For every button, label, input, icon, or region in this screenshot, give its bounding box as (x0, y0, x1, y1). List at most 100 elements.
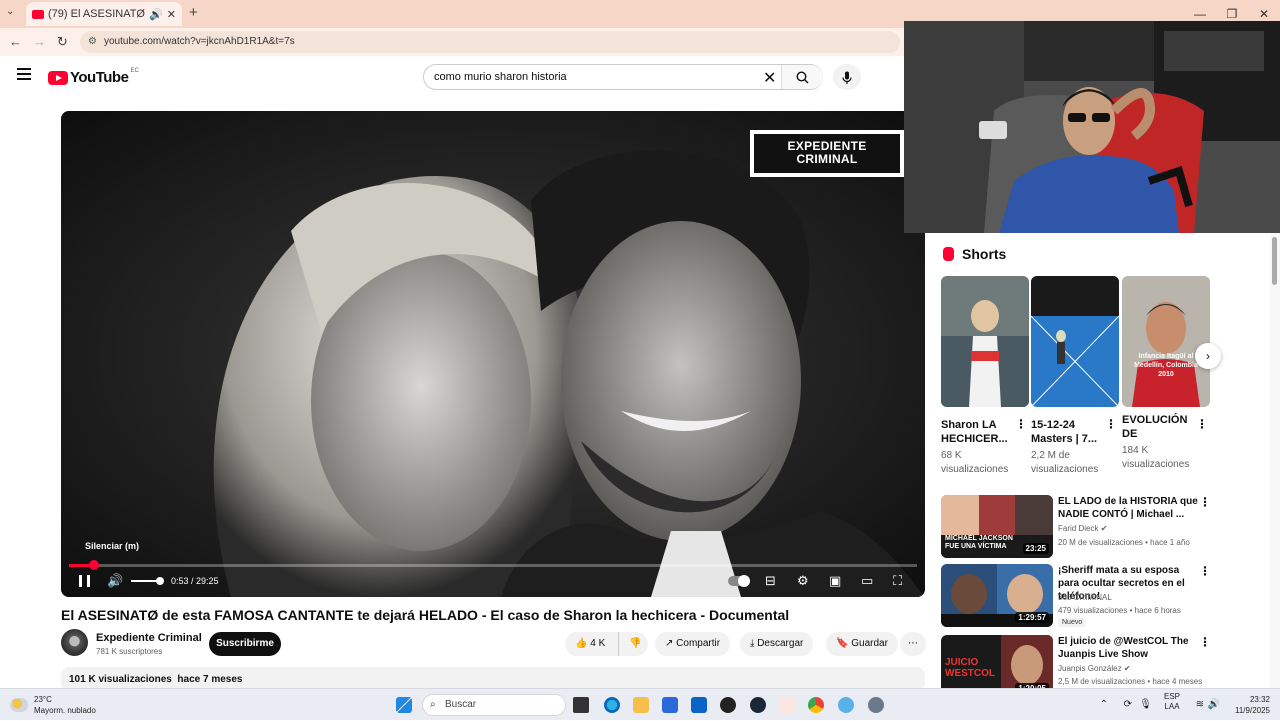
new-tab-button[interactable]: + (189, 4, 198, 21)
pause-button[interactable] (79, 575, 90, 587)
volume-slider[interactable] (131, 577, 164, 585)
youtube-logo[interactable]: YouTube EC (48, 68, 139, 86)
autoplay-toggle[interactable] (728, 575, 750, 587)
tray-overflow-icon[interactable]: ⌃ (1100, 699, 1108, 710)
miniplayer-icon[interactable]: ▣ (829, 573, 841, 589)
tab-close-icon[interactable]: ✕ (167, 8, 176, 21)
weather-condition: Mayorm. nublado (34, 706, 96, 715)
search-icon: ⌕ (430, 699, 436, 710)
short-menu-icon[interactable]: ⋮ (1105, 417, 1117, 431)
tab-search-icon[interactable]: ⌄ (6, 6, 14, 17)
short-menu-icon[interactable]: ⋮ (1196, 417, 1208, 431)
language-indicator[interactable]: ESP LAA (1164, 692, 1180, 712)
download-button[interactable]: ⤓ Descargar (740, 632, 814, 656)
edge-browser-icon[interactable] (604, 697, 620, 713)
file-explorer-icon[interactable] (633, 697, 649, 713)
save-button[interactable]: 🔖 Guardar (826, 632, 898, 656)
shorts-next-arrow-icon[interactable]: › (1195, 343, 1221, 369)
weather-widget[interactable]: 23°C Mayorm. nublado (10, 694, 96, 716)
channel-name[interactable]: Juanpis González ✔ (1058, 664, 1131, 673)
microphone-icon[interactable]: 🎙 (1139, 699, 1152, 710)
app-icon[interactable] (779, 697, 795, 713)
thumbs-up-icon: 👍 (575, 638, 588, 649)
recommended-video[interactable]: 1:29:57 ¡Sheriff mata a su esposa para o… (941, 564, 1211, 628)
windows-start-icon[interactable] (396, 697, 412, 713)
settings-icon[interactable] (868, 697, 884, 713)
forward-button[interactable]: → (33, 34, 46, 49)
scrollbar-thumb[interactable] (1272, 237, 1277, 285)
tab-title: (79) El ASESINATØ de esta F (48, 8, 145, 20)
video-thumbnail-caption: MICHAEL JACKSON FUE UNA VÍCTIMA (945, 535, 1013, 550)
steam-icon[interactable] (750, 697, 766, 713)
speaker-icon[interactable]: 🔊 (1208, 699, 1220, 710)
outlook-icon[interactable] (691, 697, 707, 713)
settings-gear-icon[interactable]: ⚙ (797, 573, 809, 589)
short-card[interactable]: 15-12-24 Masters | 7... 2,2 M de visuali… (1030, 276, 1120, 477)
clear-search-icon[interactable]: ✕ (763, 68, 776, 88)
video-menu-icon[interactable]: ⋮ (1199, 635, 1211, 649)
short-thumbnail-art (1122, 276, 1210, 407)
hamburger-menu-icon[interactable] (17, 68, 31, 83)
chrome-icon[interactable] (808, 697, 824, 713)
channel-avatar[interactable] (61, 629, 88, 656)
save-label: Guardar (851, 638, 888, 649)
video-title: EL LADO de la HISTORIA que NADIE CONTÓ |… (1058, 496, 1198, 520)
dislike-button[interactable]: 👎 (618, 632, 648, 656)
video-thumbnail: MICHAEL JACKSON FUE UNA VÍCTIMA 23:25 (941, 495, 1053, 558)
search-input[interactable]: como murio sharon historia (434, 71, 567, 83)
taskbar-search[interactable]: ⌕ Buscar (422, 694, 566, 716)
volume-icon[interactable]: 🔊 (107, 573, 123, 589)
subscribe-button[interactable]: Suscribirme (209, 632, 281, 656)
channel-name[interactable]: 365 CRIMINAL (1058, 593, 1112, 602)
taskbar: 23°C Mayorm. nublado ⌕ Buscar ⌃ ⟳ 🎙 ESP L… (0, 688, 1280, 720)
browser-tab[interactable]: (79) El ASESINATØ de esta F 🔊 ✕ (26, 2, 182, 26)
site-info-icon[interactable]: ⚙ (88, 31, 97, 53)
channel-name[interactable]: Expediente Criminal (96, 632, 202, 644)
like-button[interactable]: 👍 4 K (565, 632, 618, 656)
search-box[interactable]: como murio sharon historia ✕ (423, 64, 823, 90)
back-button[interactable]: ← (9, 34, 22, 49)
like-count: 4 K (590, 638, 606, 649)
reload-button[interactable]: ↻ (57, 34, 68, 50)
new-badge: Nuevo (1058, 618, 1087, 627)
theater-mode-icon[interactable]: ▭ (861, 573, 873, 589)
recommended-video[interactable]: MICHAEL JACKSON FUE UNA VÍCTIMA 23:25 EL… (941, 495, 1211, 559)
lang-2: LAA (1164, 702, 1180, 711)
volume-knob[interactable] (156, 577, 164, 585)
more-actions-icon[interactable]: ⋯ (900, 632, 926, 656)
upload-age: hace 7 meses (177, 674, 243, 685)
video-player[interactable]: EXPEDIENTE CRIMINAL Silenciar (m) 🔊 0:53 … (61, 111, 925, 597)
search-button[interactable] (781, 65, 823, 89)
short-card[interactable]: Infancia Itagüí al Medellín, Colombia 20… (1122, 276, 1210, 472)
url-field[interactable]: ⚙ youtube.com/watch?v=jkcnAhD1R1A&t=7s (80, 31, 900, 53)
channel-name[interactable]: Farid Dieck ✔ (1058, 524, 1107, 533)
player-controls: 🔊 0:53 / 29:25 ⊟ ⚙ ▣ ▭ ⛶ (61, 571, 925, 593)
partly-cloudy-icon (10, 698, 28, 712)
video-thumbnail: 1:29:57 (941, 564, 1053, 627)
youtube-favicon-icon (32, 9, 44, 19)
video-menu-icon[interactable]: ⋮ (1199, 564, 1211, 578)
microsoft-store-icon[interactable] (662, 697, 678, 713)
short-thumbnail (941, 276, 1029, 407)
app-icon[interactable] (720, 697, 736, 713)
short-menu-icon[interactable]: ⋮ (1015, 417, 1027, 431)
share-button[interactable]: ↗ Compartir (655, 632, 731, 656)
short-thumbnail (1030, 276, 1120, 408)
page-scrollbar[interactable] (1270, 233, 1280, 688)
app-icon[interactable] (838, 697, 854, 713)
progress-bar[interactable] (69, 560, 917, 570)
voice-search-button[interactable] (833, 64, 861, 90)
view-count: 101 K visualizaciones (69, 674, 172, 685)
short-card[interactable]: Sharon LA HECHICER... 68 K visualizacion… (941, 276, 1029, 477)
sync-icon[interactable]: ⟳ (1124, 699, 1132, 710)
search-icon (796, 71, 809, 84)
wifi-icon[interactable]: ≋ (1196, 699, 1204, 710)
clock[interactable]: 23:32 11/9/2025 (1235, 694, 1270, 716)
subtitles-icon[interactable]: ⊟ (765, 573, 776, 589)
task-view-icon[interactable] (573, 697, 589, 713)
fullscreen-icon[interactable]: ⛶ (893, 573, 902, 589)
clock-time: 23:32 (1249, 695, 1270, 704)
video-menu-icon[interactable]: ⋮ (1199, 495, 1211, 509)
tab-audio-icon[interactable]: 🔊 (149, 8, 163, 21)
autoplay-knob (738, 575, 750, 587)
